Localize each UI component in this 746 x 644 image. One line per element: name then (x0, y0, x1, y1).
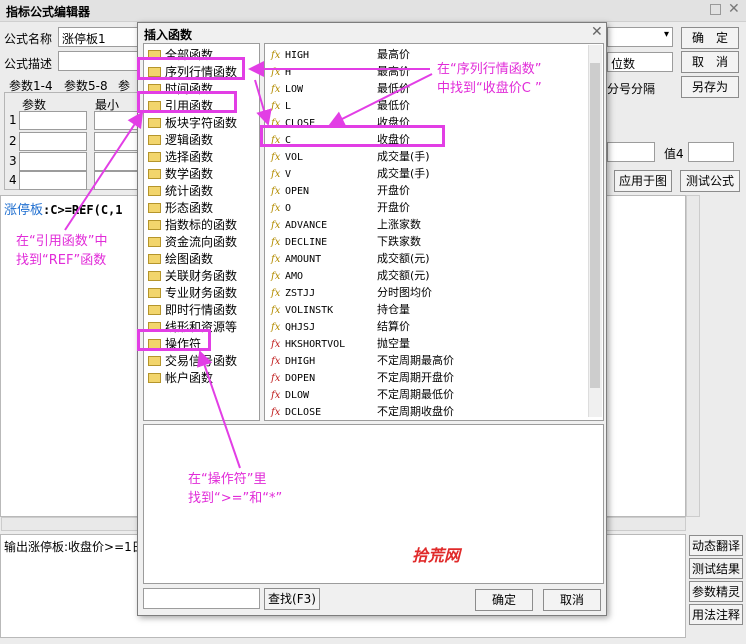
annotation-arrows (64, 61, 433, 469)
annotation-sequence-line2: 中找到“收盘价C ” (437, 81, 542, 96)
arrow-to-reference (64, 111, 144, 231)
annotation-sequence: 在“序列行情函数” 中找到“收盘价C ” (437, 60, 542, 98)
arrow-to-operator (197, 350, 241, 469)
annotation-reference: 在“引用函数”中 找到“REF”函数 (16, 232, 107, 270)
watermark: 拾荒网 (412, 546, 461, 565)
arrow-to-close (328, 73, 433, 126)
annotation-reference-line2: 找到“REF”函数 (16, 253, 107, 268)
arrow-down-to-close (254, 79, 272, 126)
annotation-operator-line2: 找到“>=”和“*” (188, 491, 283, 506)
annotation-sequence-line1: 在“序列行情函数” (437, 62, 542, 77)
annotation-operator: 在“操作符”里 找到“>=”和“*” (188, 470, 282, 508)
annotation-reference-line1: 在“引用函数”中 (16, 234, 108, 249)
annotation-operator-line1: 在“操作符”里 (188, 472, 267, 487)
